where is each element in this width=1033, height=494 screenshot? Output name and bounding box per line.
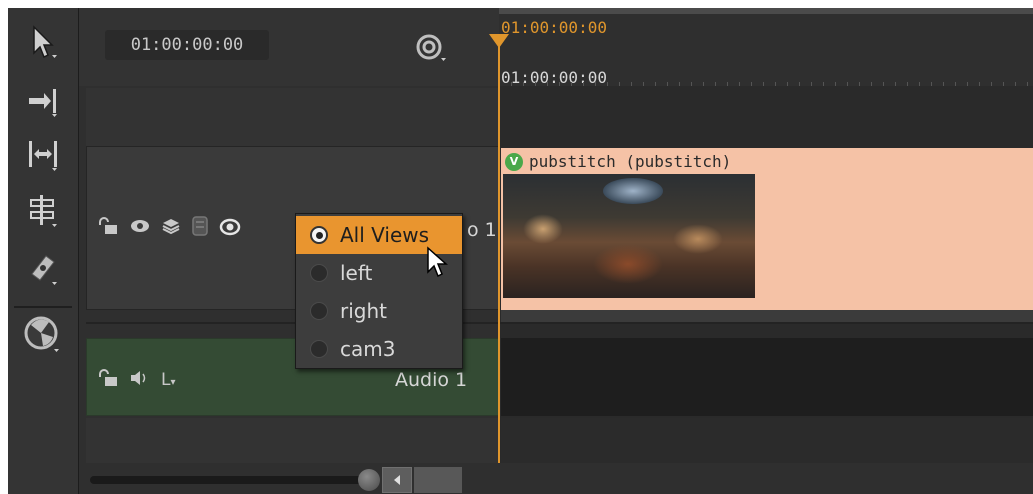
menu-item-right[interactable]: right (296, 292, 462, 330)
empty-track-header (86, 418, 499, 463)
radio-icon (310, 302, 328, 320)
audio-track-label: Audio 1 (395, 369, 468, 391)
empty-lane (501, 418, 1033, 463)
speaker-icon[interactable] (129, 369, 151, 391)
timeline-footer (86, 463, 1033, 494)
menu-item-cam3[interactable]: cam3 (296, 330, 462, 368)
arrow-left-icon (394, 475, 400, 485)
playhead-marker[interactable] (489, 34, 509, 48)
menu-item-label: All Views (340, 223, 430, 247)
radio-selected-icon (310, 226, 328, 244)
eye-icon[interactable] (129, 218, 151, 238)
ruler-scrub-bar[interactable] (499, 8, 1033, 14)
track-insert-icon[interactable] (20, 78, 66, 124)
toolbar-divider (14, 306, 72, 308)
views-dropdown-menu: All Views left right cam3 (295, 213, 463, 369)
razor-icon[interactable] (20, 246, 66, 292)
layers-icon[interactable] (161, 217, 181, 239)
radio-icon (310, 264, 328, 282)
zoom-slider-track[interactable] (90, 476, 370, 484)
nuke-logo-icon[interactable] (20, 312, 66, 358)
snap-icon[interactable] (414, 32, 450, 68)
playhead-line[interactable] (498, 34, 500, 474)
disk-icon[interactable] (191, 215, 209, 241)
audio-lane[interactable] (501, 338, 1033, 416)
timeline-header: 01:00:00:00 (79, 8, 499, 86)
slip-icon[interactable] (20, 188, 66, 234)
menu-item-label: cam3 (340, 337, 396, 361)
tool-palette (8, 8, 79, 494)
clip-title: V pubstitch (pubstitch) (505, 152, 731, 171)
playhead-timecode: 01:00:00:00 (501, 18, 607, 37)
menu-item-label: right (340, 299, 387, 323)
audio-channel-selector[interactable]: L▾ (161, 370, 176, 390)
track-divider[interactable] (86, 322, 1033, 324)
empty-track-header (86, 88, 499, 147)
menu-item-label: left (340, 261, 373, 285)
mouse-cursor-icon (426, 246, 452, 284)
video-badge: V (505, 152, 523, 171)
zoom-slider-handle[interactable] (358, 469, 380, 491)
video-track-label: o 1 (467, 219, 497, 241)
clip-name: pubstitch (pubstitch) (529, 152, 732, 171)
stereo-eye-icon[interactable] (219, 216, 241, 240)
radio-icon (310, 340, 328, 358)
range-icon[interactable] (20, 132, 66, 178)
timeline-editor: 01:00:00:00 01:00:00:00 01:00:00:00 o 1 … (8, 8, 1033, 494)
timecode-field[interactable]: 01:00:00:00 (105, 30, 269, 60)
lock-icon[interactable] (97, 369, 119, 391)
scroll-left-button[interactable] (382, 467, 412, 493)
clip-thumbnail (503, 174, 755, 298)
chevron-down-icon: ▾ (170, 377, 176, 388)
horizontal-scrollbar-thumb[interactable] (414, 467, 462, 493)
video-clip[interactable]: V pubstitch (pubstitch) (501, 148, 1033, 310)
lock-icon[interactable] (97, 217, 119, 239)
select-arrow-icon[interactable] (20, 20, 66, 66)
time-ruler[interactable]: 01:00:00:00 01:00:00:00 (499, 8, 1033, 87)
video-lane-gap (501, 310, 1033, 322)
